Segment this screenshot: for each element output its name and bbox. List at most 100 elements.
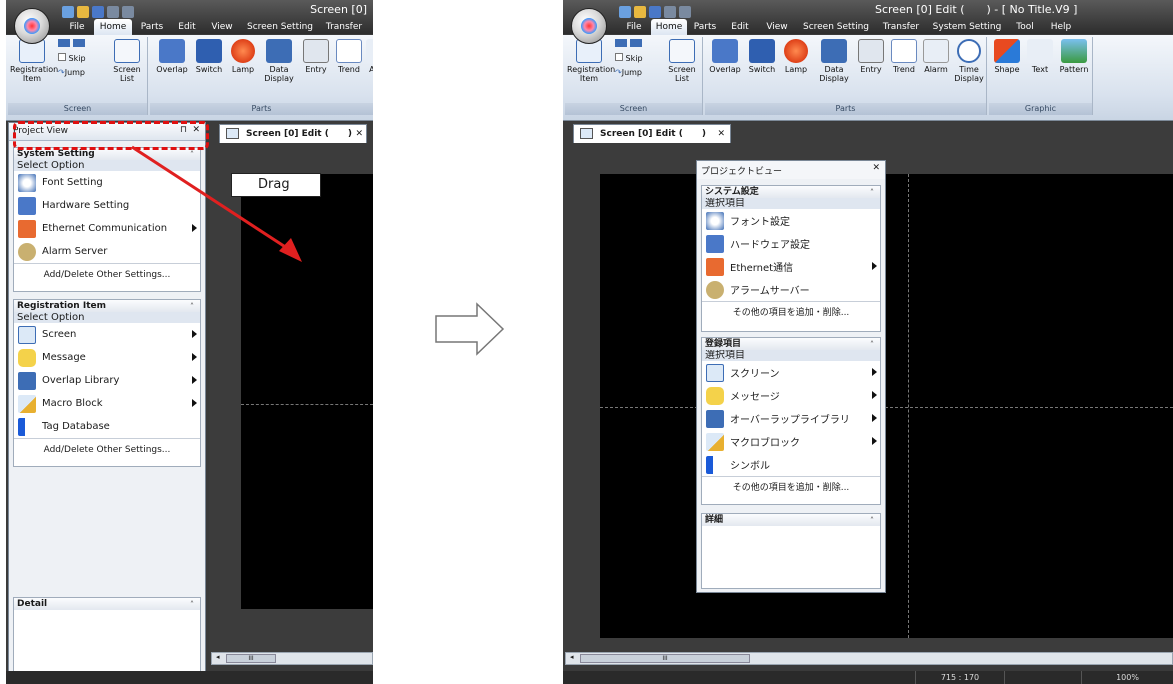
scroll-thumb[interactable]: III: [580, 654, 750, 663]
message-item[interactable]: メッセージ: [702, 384, 880, 407]
overlap-library-icon: [18, 371, 36, 390]
collapse-icon[interactable]: ˄: [190, 599, 194, 611]
ribbon-group-graphic: Shape Text Pattern Graphic: [989, 37, 1093, 115]
status-bar: 715 : 170 100%: [563, 671, 1173, 684]
save-icon[interactable]: [649, 6, 661, 18]
previous-icon[interactable]: [615, 39, 627, 47]
application-menu-button[interactable]: [14, 8, 50, 44]
screen-item[interactable]: スクリーン: [702, 361, 880, 384]
screen-item[interactable]: Screen: [14, 323, 200, 346]
ethernet-communication-item[interactable]: Ethernet通信: [702, 255, 880, 278]
group-label-screen: Screen: [565, 103, 702, 115]
collapse-icon[interactable]: ˄: [870, 339, 874, 351]
submenu-arrow-icon: [872, 437, 877, 445]
collapse-icon[interactable]: ˄: [190, 301, 194, 313]
collapse-icon[interactable]: ˄: [870, 187, 874, 199]
data-display-button[interactable]: Data Display: [815, 39, 853, 83]
jump-icon: ↷: [615, 68, 622, 77]
add-delete-settings-link[interactable]: Add/Delete Other Settings...: [14, 438, 200, 460]
collapse-icon[interactable]: ˄: [870, 515, 874, 527]
tab-file[interactable]: File: [617, 19, 651, 35]
add-delete-settings-link[interactable]: その他の項目を追加・削除...: [702, 301, 880, 323]
hardware-setting-item[interactable]: ハードウェア設定: [702, 232, 880, 255]
screen-icon: [580, 128, 593, 139]
jump-button[interactable]: Jump: [622, 68, 642, 77]
skip-jump-controls: Skip ↷Jump: [615, 39, 655, 77]
message-icon: [18, 348, 36, 367]
switch-button[interactable]: Switch: [745, 39, 779, 74]
flag-icon: [18, 417, 36, 436]
shape-icon: [994, 39, 1020, 63]
screen-list-button[interactable]: Screen List: [665, 39, 699, 83]
undo-icon[interactable]: [664, 6, 676, 18]
message-item[interactable]: Message: [14, 346, 200, 369]
overlap-library-item[interactable]: Overlap Library: [14, 369, 200, 392]
tab-system-setting[interactable]: System Setting: [927, 19, 1007, 35]
open-icon[interactable]: [634, 6, 646, 18]
registration-item-section: Registration Item ˄ Select Option Screen …: [13, 299, 201, 467]
quick-access-toolbar: [619, 6, 691, 20]
close-icon[interactable]: ✕: [872, 163, 880, 173]
screen-canvas[interactable]: [600, 174, 1173, 638]
shape-button[interactable]: Shape: [991, 39, 1023, 74]
doc-tab-screen-0[interactable]: Screen [0] Edit () ✕: [573, 124, 731, 143]
select-option-label: Select Option: [14, 312, 200, 323]
drag-arrow: [131, 145, 302, 262]
text-icon: [1027, 39, 1053, 63]
time-display-button[interactable]: Time Display: [953, 39, 985, 83]
add-delete-settings-link[interactable]: その他の項目を追加・削除...: [702, 476, 880, 498]
overlap-library-item[interactable]: オーバーラップライブラリ: [702, 407, 880, 430]
project-view-header[interactable]: プロジェクトビュー ✕: [697, 161, 885, 179]
font-setting-icon: [706, 211, 724, 230]
skip-checkbox[interactable]: [615, 53, 623, 61]
new-icon[interactable]: [619, 6, 631, 18]
window-title: Screen [0] Edit () - [ No Title.V9 ]: [875, 3, 1078, 16]
alarm-button[interactable]: Alarm: [921, 39, 951, 74]
tab-transfer[interactable]: Transfer: [875, 19, 927, 35]
entry-button[interactable]: Entry: [855, 39, 887, 74]
detail-section: 詳細 ˄: [701, 513, 881, 589]
pattern-button[interactable]: Pattern: [1057, 39, 1091, 74]
registration-item-button[interactable]: Registration Item: [567, 39, 615, 83]
tab-parts[interactable]: Parts: [687, 19, 723, 35]
drag-label: Drag: [231, 173, 321, 197]
project-view-title: プロジェクトビュー: [701, 167, 783, 177]
alarm-server-item[interactable]: アラームサーバー: [702, 278, 880, 301]
scroll-thumb[interactable]: III: [226, 654, 276, 663]
system-setting-header[interactable]: システム設定 ˄: [702, 186, 880, 198]
lamp-button[interactable]: Lamp: [781, 39, 811, 74]
horizontal-scrollbar[interactable]: ◂ III: [565, 652, 1173, 665]
tab-help[interactable]: Help: [1043, 19, 1079, 35]
symbol-item[interactable]: シンボル: [702, 453, 880, 476]
zoom-level[interactable]: 100%: [1081, 671, 1173, 684]
tab-view[interactable]: View: [757, 19, 797, 35]
font-setting-item[interactable]: フォント設定: [702, 209, 880, 232]
detail-header[interactable]: 詳細 ˄: [702, 514, 880, 526]
registration-item-header[interactable]: 登録項目 ˄: [702, 338, 880, 350]
application-menu-button[interactable]: [571, 8, 607, 44]
tab-edit[interactable]: Edit: [723, 19, 757, 35]
tag-database-item[interactable]: Tag Database: [14, 415, 200, 438]
tab-tool[interactable]: Tool: [1007, 19, 1043, 35]
submenu-arrow-icon: [872, 262, 877, 270]
overlap-button[interactable]: Overlap: [707, 39, 743, 74]
alarm-icon: [923, 39, 949, 63]
trend-button[interactable]: Trend: [889, 39, 919, 74]
submenu-arrow-icon: [192, 399, 197, 407]
text-button[interactable]: Text: [1025, 39, 1055, 74]
registration-item-header[interactable]: Registration Item ˄: [14, 300, 200, 312]
tab-screen-setting[interactable]: Screen Setting: [797, 19, 875, 35]
submenu-arrow-icon: [192, 353, 197, 361]
horizontal-scrollbar[interactable]: ◂ III: [211, 652, 373, 665]
macro-block-item[interactable]: Macro Block: [14, 392, 200, 415]
tab-home[interactable]: Home: [651, 19, 687, 35]
submenu-arrow-icon: [192, 376, 197, 384]
detail-header[interactable]: Detail ˄: [14, 598, 200, 610]
macro-block-item[interactable]: マクロブロック: [702, 430, 880, 453]
clock-icon: [957, 39, 981, 63]
ribbon-group-parts: Overlap Switch Lamp Data Display Entry T…: [705, 37, 987, 115]
right-app-window: Screen [0] Edit () - [ No Title.V9 ] Fil…: [563, 0, 1173, 684]
next-icon[interactable]: [630, 39, 642, 47]
close-tab-icon[interactable]: ✕: [717, 125, 725, 143]
redo-icon[interactable]: [679, 6, 691, 18]
